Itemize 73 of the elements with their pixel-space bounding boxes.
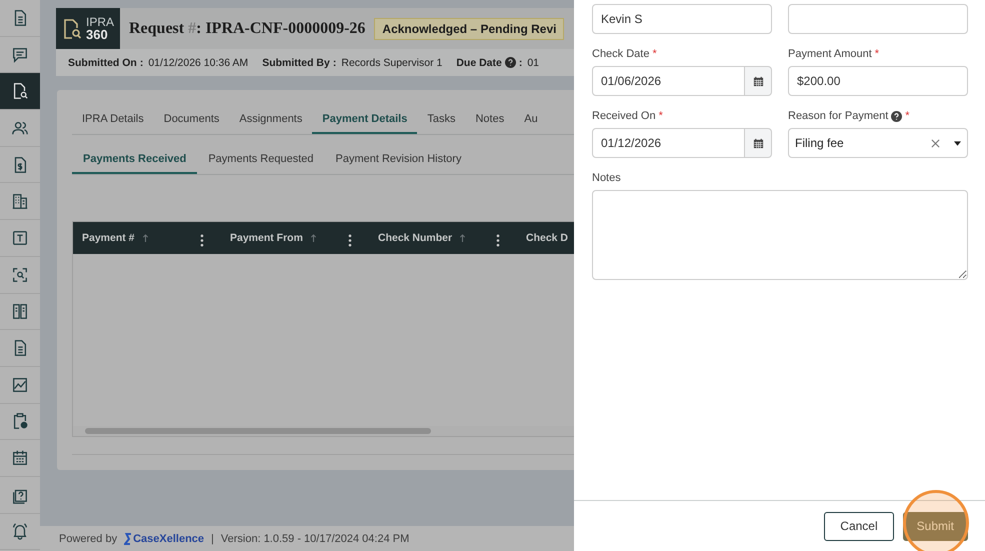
text-field[interactable] [788,4,968,34]
brand-mark-icon [124,532,132,544]
text-box-icon [11,228,29,247]
cancel-button[interactable]: Cancel [824,512,894,540]
calendar-icon [752,76,764,86]
meta-value: 01 [527,56,540,68]
required-mark: * [905,110,910,122]
tab[interactable]: Documents [154,106,230,134]
column-menu-icon[interactable] [348,234,352,247]
field-label: Reason for Payment [788,110,888,122]
column-menu-icon[interactable] [200,234,204,247]
status-badge: Acknowledged – Pending Revi [374,18,564,40]
meta-colon: : [518,56,522,68]
required-mark: * [874,48,880,60]
separator: | [211,532,214,544]
click-highlight [903,490,969,551]
column-header[interactable]: Payment From [230,232,303,244]
tab[interactable]: Tasks [417,106,466,134]
version-text: Version: 1.0.59 - 10/17/2024 04:24 PM [220,532,410,544]
field-label: Received On [592,110,656,122]
field-label: Check Date [592,48,650,60]
meta-colon: : [140,56,144,68]
text-field[interactable]: $200.00 [788,66,968,96]
date-field[interactable]: 01/12/2026 [592,128,745,158]
logo-text: IPRA [86,16,114,28]
search-document-icon [62,16,82,40]
column-header[interactable]: Payment # [82,232,135,244]
chart-icon [11,376,29,394]
calendar-button[interactable] [745,128,772,158]
caret-icon [954,140,961,146]
powered-by-text: Powered by [59,532,118,544]
required-mark: * [652,48,657,60]
calendar-icon [752,138,764,148]
sort-arrow-icon[interactable] [142,234,149,242]
clear-icon[interactable] [931,138,940,148]
subtab[interactable]: Payments Requested [197,147,325,174]
brand-logo: CaseXellence [124,532,204,544]
request-title: Request #: IPRA-CNF-0000009-26 [129,20,366,38]
column-header[interactable]: Check D [526,232,568,244]
tab[interactable]: IPRA Details [72,106,154,134]
select-field[interactable]: Filing fee [788,128,968,158]
building-icon [11,192,29,210]
logo-number: 360 [86,28,109,41]
sort-arrow-icon[interactable] [310,234,317,242]
sidebar-item[interactable] [0,73,40,110]
meta-label: Submitted By [262,56,330,68]
calendar-icon [11,449,29,468]
subtab[interactable]: Payment Revision History [324,147,472,174]
tab[interactable]: Au [514,106,548,134]
meta-label: Submitted On [68,56,137,68]
column-header[interactable]: Check Number [378,232,452,244]
meta-value: 01/12/2026 10:36 AM [148,56,248,68]
field-label: Payment Amount [788,48,872,60]
calendar-button[interactable] [745,66,772,96]
column-menu-icon[interactable] [496,234,500,247]
meta-label: Due Date [456,56,502,68]
notes-field[interactable] [592,190,968,280]
field-label: Notes [592,172,621,184]
tab[interactable]: Notes [465,106,514,134]
meta-colon: : [332,56,336,68]
text-field[interactable]: Kevin S [592,4,772,34]
required-mark: * [658,110,663,122]
bell-icon [11,522,29,540]
book-icon [11,302,29,320]
subtab[interactable]: Payments Received [72,147,198,174]
tab[interactable]: Assignments [229,106,312,134]
search-document-icon [11,82,29,100]
chat-icon [11,46,29,64]
tab[interactable]: Payment Details [312,106,418,134]
date-field[interactable]: 01/06/2026 [592,66,745,96]
scan-icon [11,266,29,284]
sort-arrow-icon[interactable] [459,234,466,242]
meta-value: Records Supervisor 1 [341,56,442,68]
